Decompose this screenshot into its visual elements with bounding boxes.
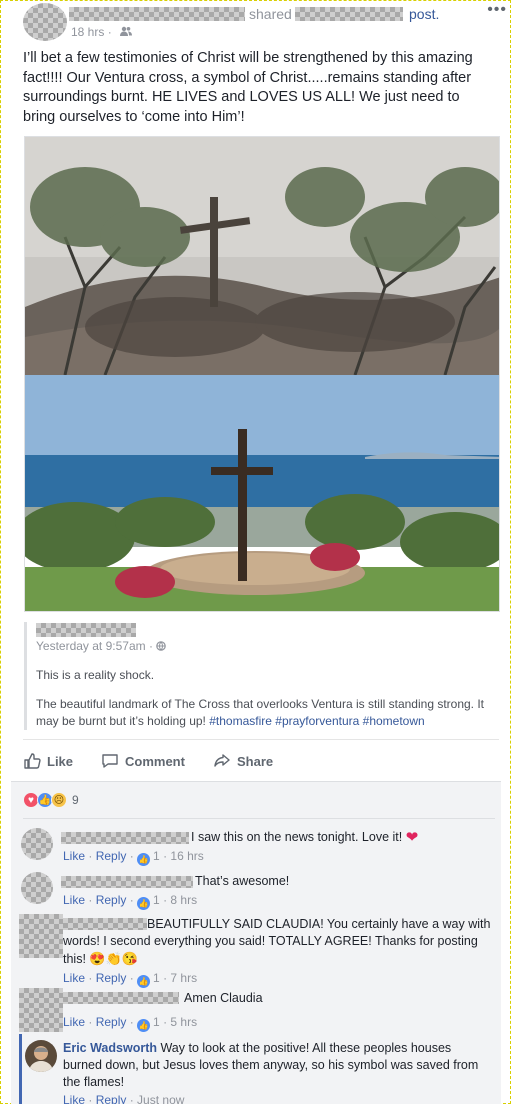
comment-like-link[interactable]: Like bbox=[63, 893, 85, 907]
divider bbox=[23, 818, 495, 819]
shared-author-redacted[interactable] bbox=[36, 623, 136, 637]
shared-post-time[interactable]: Yesterday at 9:57am · bbox=[36, 639, 156, 653]
comment-reply-link[interactable]: Reply bbox=[96, 971, 127, 985]
like-button[interactable]: Like bbox=[23, 752, 73, 770]
author-name-redacted[interactable] bbox=[69, 7, 245, 21]
comment-like-count[interactable]: 1 bbox=[153, 1015, 160, 1029]
comment-actions: Like · Reply · 👍 1 · 5 hrs bbox=[63, 1015, 198, 1032]
author-avatar[interactable] bbox=[23, 3, 67, 41]
shared-post-preview[interactable]: Yesterday at 9:57am · This is a reality … bbox=[24, 622, 500, 730]
comment-item: That’s awesome! Like · Reply · 👍 1 · 8 hr… bbox=[19, 872, 499, 912]
commenter-name-redacted[interactable] bbox=[61, 832, 189, 844]
comment-reply-link[interactable]: Reply bbox=[96, 849, 127, 863]
like-count-icon: 👍 bbox=[137, 1019, 151, 1032]
comment-text: BEAUTIFULLY SAID CLAUDIA! You certainly … bbox=[63, 916, 491, 968]
shared-label: shared bbox=[249, 6, 292, 22]
comment-like-link[interactable]: Like bbox=[63, 1015, 85, 1029]
comment-text: I saw this on the news tonight. Love it!… bbox=[191, 829, 491, 846]
comment-time[interactable]: 5 hrs bbox=[170, 1015, 197, 1029]
more-options-icon[interactable]: ••• bbox=[487, 1, 507, 19]
reply-indicator bbox=[19, 1034, 22, 1104]
comment-like-link[interactable]: Like bbox=[63, 849, 85, 863]
comment-like-count[interactable]: 1 bbox=[153, 893, 160, 907]
post-time[interactable]: 18 hrs bbox=[71, 25, 104, 39]
status-text: I’ll bet a few testimonies of Christ wil… bbox=[23, 50, 473, 125]
post-link[interactable]: post. bbox=[409, 6, 439, 22]
comment-text: Eric Wadsworth Way to look at the positi… bbox=[63, 1040, 493, 1091]
comment-reply-link[interactable]: Reply bbox=[96, 1015, 127, 1029]
reply-time[interactable]: Just now bbox=[137, 1093, 184, 1104]
reply-reply-link[interactable]: Reply bbox=[96, 1093, 127, 1104]
reactions-summary[interactable]: ♥ 👍 ☹ 9 bbox=[23, 792, 79, 808]
post-header: shared post. ••• 18 hrs · bbox=[23, 1, 506, 43]
globe-icon bbox=[156, 639, 167, 653]
comment-item: I saw this on the news tonight. Love it!… bbox=[19, 828, 499, 868]
shared-post-meta: Yesterday at 9:57am · bbox=[36, 639, 167, 653]
comment-actions: Like · Reply · 👍 1 · 16 hrs bbox=[63, 849, 204, 866]
comment-reply-link[interactable]: Reply bbox=[96, 893, 127, 907]
commenter-name-redacted[interactable] bbox=[63, 992, 179, 1004]
comment-label: Comment bbox=[125, 753, 185, 769]
post-frame: shared post. ••• 18 hrs · I’ll bet a few… bbox=[0, 0, 511, 1104]
share-label: Share bbox=[237, 753, 274, 769]
share-button[interactable]: Share bbox=[213, 752, 273, 770]
avatar[interactable] bbox=[21, 872, 53, 904]
hashtags[interactable]: #thomasfire #prayforventura #hometown bbox=[209, 714, 424, 728]
post-meta: 18 hrs · bbox=[71, 25, 133, 39]
friends-icon[interactable] bbox=[120, 26, 133, 39]
comments-section: ♥ 👍 ☹ 9 I saw this on the news tonight. … bbox=[11, 781, 501, 1104]
comment-icon bbox=[102, 754, 118, 768]
cross-photo-illustration bbox=[25, 137, 499, 611]
avatar[interactable] bbox=[25, 1040, 57, 1072]
comment-text: Amen Claudia bbox=[184, 991, 263, 1005]
post-photo[interactable] bbox=[24, 136, 500, 612]
comment-actions: Like · Reply · 👍 1 · 8 hrs bbox=[63, 893, 198, 910]
comment-actions: Like · Reply · Just now bbox=[63, 1093, 184, 1104]
like-count-icon: 👍 bbox=[137, 853, 151, 866]
commenter-name-redacted[interactable] bbox=[61, 876, 193, 888]
comment-like-count[interactable]: 1 bbox=[153, 849, 160, 863]
comment-button[interactable]: Comment bbox=[101, 752, 185, 770]
original-author-redacted[interactable] bbox=[295, 7, 403, 21]
thumbs-up-icon bbox=[24, 753, 41, 769]
avatar[interactable] bbox=[19, 988, 63, 1032]
comment-time[interactable]: 16 hrs bbox=[170, 849, 203, 863]
shared-post-line-2: The beautiful landmark of The Cross that… bbox=[36, 696, 496, 730]
comment-time[interactable]: 8 hrs bbox=[170, 893, 197, 907]
share-icon bbox=[214, 754, 230, 767]
comment-like-count[interactable]: 1 bbox=[153, 971, 160, 985]
like-count-icon: 👍 bbox=[137, 975, 151, 988]
avatar[interactable] bbox=[21, 828, 53, 860]
reply-comment: Eric Wadsworth Way to look at the positi… bbox=[25, 1040, 505, 1104]
comment-actions: Like · Reply · 👍 1 · 7 hrs bbox=[63, 971, 198, 988]
like-label: Like bbox=[47, 753, 74, 769]
reply-author[interactable]: Eric Wadsworth bbox=[63, 1041, 157, 1055]
post-action-bar: Like Comment Share bbox=[23, 739, 499, 781]
comment-text: That’s awesome! bbox=[195, 874, 290, 888]
comment-like-link[interactable]: Like bbox=[63, 971, 85, 985]
emoji-group: 😍👏😘 bbox=[89, 951, 138, 966]
comment-time[interactable]: 7 hrs bbox=[170, 971, 197, 985]
comment-body: I saw this on the news tonight. Love it! bbox=[191, 830, 406, 844]
reaction-count: 9 bbox=[72, 793, 79, 807]
avatar[interactable] bbox=[19, 914, 63, 958]
shared-post-line-1: This is a reality shock. bbox=[36, 668, 155, 682]
comment-item: BEAUTIFULLY SAID CLAUDIA! You certainly … bbox=[19, 914, 499, 988]
reply-like-link[interactable]: Like bbox=[63, 1093, 85, 1104]
comment-item: Amen Claudia Like · Reply · 👍 1 · 5 hrs bbox=[19, 988, 499, 1034]
sad-reaction-icon: ☹ bbox=[51, 792, 67, 808]
heart-emoji: ❤ bbox=[405, 829, 419, 846]
like-count-icon: 👍 bbox=[137, 897, 151, 910]
